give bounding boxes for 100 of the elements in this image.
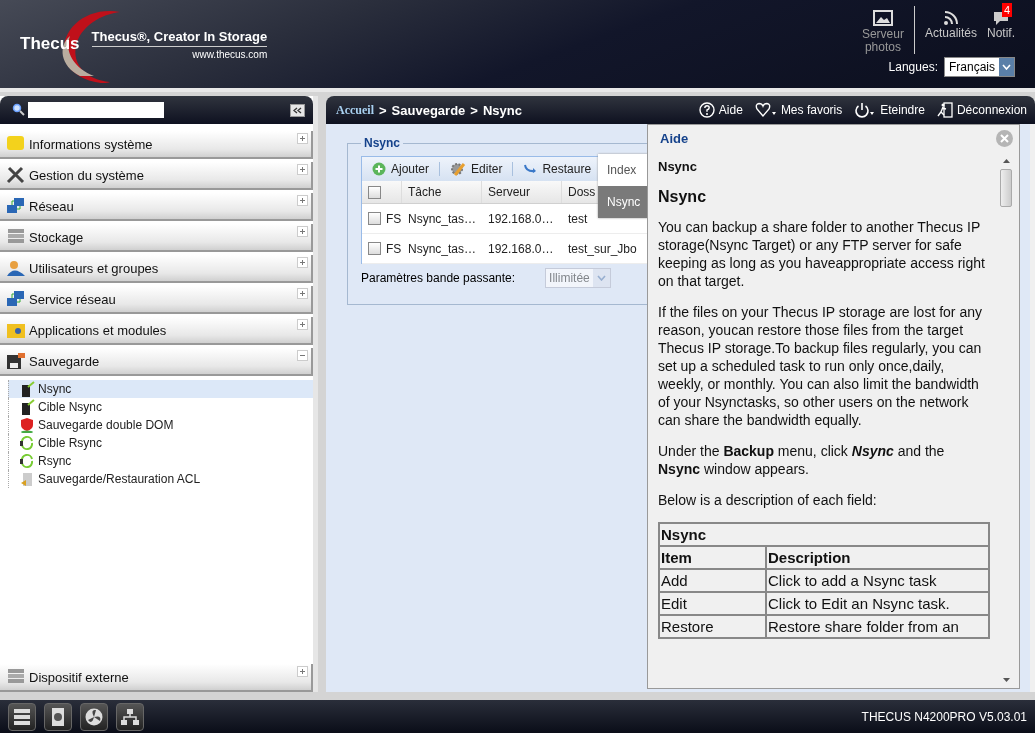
toolbar-button[interactable]: Editer bbox=[450, 161, 503, 177]
network-icon bbox=[120, 706, 140, 727]
taskbar-button[interactable] bbox=[80, 702, 108, 731]
menu-item[interactable]: Sauvegarde/Restauration ACL bbox=[8, 470, 313, 488]
menu-item[interactable]: Sauvegarde double DOM bbox=[8, 416, 313, 434]
help-subtitle: Nsync bbox=[658, 159, 699, 174]
table-cell-text: 192.168.0… bbox=[487, 240, 555, 258]
tagline: Thecus®, Creator In Storage bbox=[91, 28, 268, 47]
menu-section[interactable]: Réseau bbox=[0, 193, 313, 221]
row-checkbox[interactable] bbox=[368, 242, 381, 255]
taskbar-button[interactable] bbox=[8, 702, 36, 731]
table-cell: Add bbox=[659, 569, 766, 592]
menu-section[interactable]: Applications et modules bbox=[0, 317, 313, 345]
table-cell-text: Nsync_tas… bbox=[407, 240, 478, 258]
language-label: Langues: bbox=[888, 60, 938, 74]
column-header: Item bbox=[659, 546, 766, 569]
scroll-up-icon[interactable] bbox=[1002, 159, 1010, 163]
header-action[interactable]: Eteindre bbox=[854, 102, 925, 118]
help-paragraph: Under the Backup menu, click Nsync and the Nsync window appears. bbox=[658, 442, 946, 478]
website-link[interactable]: www.thecus.com bbox=[192, 48, 268, 60]
server-icon bbox=[12, 706, 32, 727]
breadcrumb-link[interactable]: Accueil bbox=[336, 102, 374, 118]
toggle-icon[interactable] bbox=[297, 257, 308, 268]
menu-section[interactable]: Dispositif externe bbox=[0, 664, 313, 692]
breadcrumb-link[interactable]: Sauvegarde bbox=[391, 102, 466, 118]
toggle-icon[interactable] bbox=[297, 226, 308, 237]
toggle-icon[interactable] bbox=[297, 164, 308, 175]
table-cell: Restore bbox=[659, 615, 766, 638]
taskbar-button[interactable] bbox=[44, 702, 72, 731]
section-icon bbox=[6, 321, 26, 339]
section-icon bbox=[6, 166, 26, 184]
menu-item[interactable]: Cible Rsync bbox=[8, 434, 313, 452]
menu-section[interactable]: Stockage bbox=[0, 224, 313, 252]
section-icon bbox=[6, 228, 26, 246]
rss-icon[interactable] bbox=[942, 10, 959, 26]
section-icon bbox=[6, 259, 26, 277]
header-action[interactable]: Aide bbox=[698, 102, 743, 118]
toggle-icon[interactable] bbox=[297, 288, 308, 299]
table-cell: Edit bbox=[659, 592, 766, 615]
section-icon bbox=[6, 135, 26, 153]
item-icon bbox=[19, 471, 35, 487]
column-header[interactable]: Doss bbox=[562, 181, 596, 203]
help-paragraph: Below is a description of each field: bbox=[658, 491, 878, 509]
language-dropdown[interactable]: Français bbox=[944, 57, 1015, 77]
menu-section[interactable]: Utilisateurs et groupes bbox=[0, 255, 313, 283]
menu-section[interactable]: Informations système bbox=[0, 131, 313, 159]
chevron-down-icon bbox=[1002, 64, 1011, 70]
toggle-icon[interactable] bbox=[297, 350, 308, 361]
column-header[interactable]: Serveur bbox=[482, 181, 562, 203]
row-checkbox[interactable] bbox=[368, 212, 381, 225]
restore-arrow-icon bbox=[523, 163, 538, 175]
menu-item[interactable]: Nsync bbox=[8, 380, 313, 398]
item-icon bbox=[19, 399, 35, 415]
chevron-down-icon bbox=[596, 275, 606, 281]
toggle-icon[interactable] bbox=[297, 666, 308, 677]
menu-section[interactable]: Sauvegarde bbox=[0, 348, 313, 376]
help-title: Aide bbox=[660, 130, 689, 146]
item-icon bbox=[19, 417, 35, 433]
menu-section[interactable]: Gestion du système bbox=[0, 162, 313, 190]
taskbar-button[interactable] bbox=[116, 702, 144, 731]
table-cell: Restore share folder from an bbox=[766, 615, 989, 638]
menu-item[interactable]: Cible Nsync bbox=[8, 398, 313, 416]
column-header: Description bbox=[766, 546, 989, 569]
toggle-icon[interactable] bbox=[297, 195, 308, 206]
bandwidth-label: Paramètres bande passante: bbox=[361, 271, 516, 285]
gear-pencil-icon bbox=[450, 161, 467, 177]
breadcrumb-separator: > bbox=[379, 102, 387, 118]
power-icon bbox=[854, 102, 877, 118]
fan-icon bbox=[84, 706, 104, 727]
toolbar-button[interactable]: Restaure bbox=[523, 162, 592, 176]
toggle-icon[interactable] bbox=[297, 133, 308, 144]
shortcut-label[interactable]: Serveur photos bbox=[859, 28, 906, 54]
menu-item[interactable]: Rsync bbox=[8, 452, 313, 470]
table-caption: Nsync bbox=[659, 523, 989, 546]
help-tab[interactable]: Nsync bbox=[598, 186, 648, 218]
scroll-down-icon[interactable] bbox=[1002, 678, 1010, 682]
toolbar-button[interactable]: Ajouter bbox=[372, 162, 430, 176]
shortcut-label[interactable]: Notif. bbox=[987, 26, 1015, 40]
breadcrumb-link[interactable]: Nsync bbox=[482, 102, 522, 118]
select-all-checkbox[interactable] bbox=[368, 185, 381, 199]
table-cell-text: 192.168.0… bbox=[487, 210, 555, 228]
shortcut-label[interactable]: Actualités bbox=[924, 26, 977, 40]
scroll-thumb[interactable] bbox=[1000, 169, 1012, 207]
section-icon bbox=[6, 197, 26, 215]
header-action[interactable]: Mes favoris bbox=[754, 102, 843, 118]
heart-icon bbox=[754, 102, 777, 118]
picture-icon[interactable] bbox=[872, 10, 893, 26]
notification-badge: 4 bbox=[1002, 3, 1013, 17]
search-icon bbox=[12, 103, 26, 117]
item-icon bbox=[19, 453, 35, 469]
breadcrumb-separator: > bbox=[470, 102, 478, 118]
collapse-button[interactable] bbox=[290, 103, 305, 117]
help-paragraph: If the files on your Thecus IP storage are lost for any reason, youcan restore those files from the target Thecus IP storage.To backup files regularly, you can set up a scheduled task to run only once,daily, weekly, or monthly. You can also limit the bandwidth of your Nsynctasks, so other users on the network can share the bandwidth equally. bbox=[658, 303, 983, 429]
column-header[interactable]: Tâche bbox=[402, 181, 482, 203]
header-action[interactable]: Déconnexion bbox=[936, 102, 1027, 118]
toggle-icon[interactable] bbox=[297, 319, 308, 330]
menu-section[interactable]: Service réseau bbox=[0, 286, 313, 314]
help-tab[interactable]: Index bbox=[598, 154, 648, 186]
table-cell: FS bbox=[386, 241, 402, 256]
search-field[interactable] bbox=[28, 102, 164, 118]
